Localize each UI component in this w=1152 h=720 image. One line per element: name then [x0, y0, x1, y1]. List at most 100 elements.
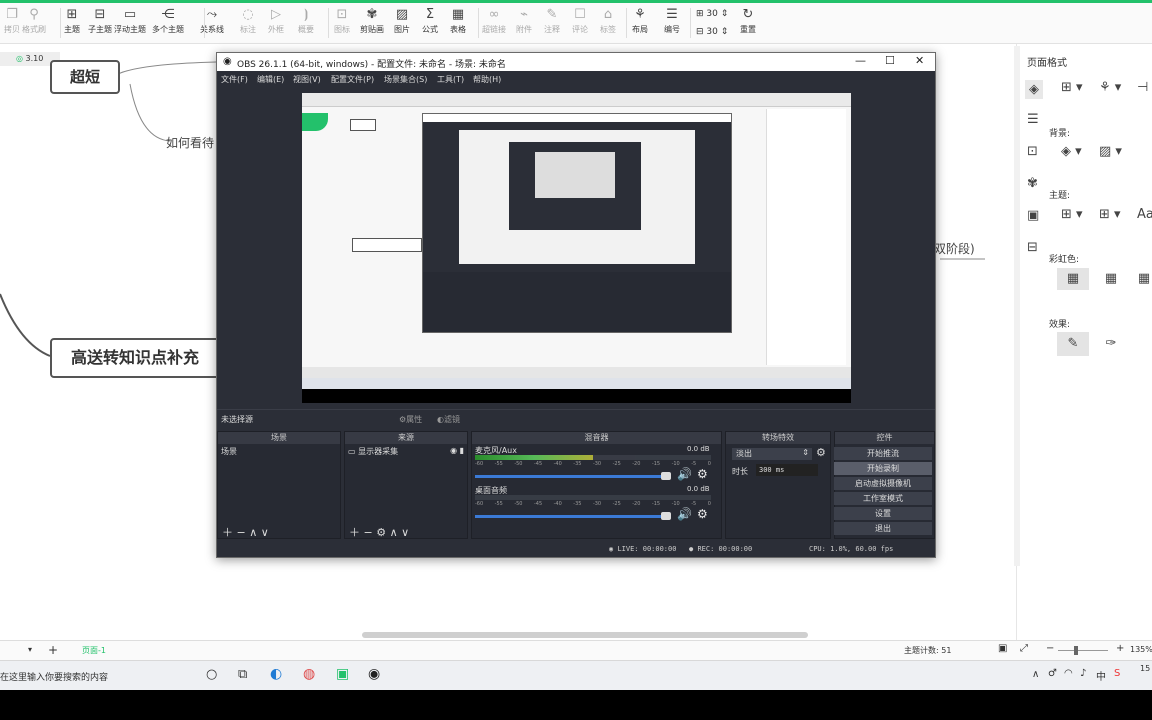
obs-menu-item[interactable]: 编辑(E): [257, 74, 284, 85]
mixer-tick: -55: [494, 501, 503, 507]
tray-chevron-icon[interactable]: ∧: [1032, 669, 1039, 680]
eye-icon[interactable]: ◉ ▮: [450, 446, 464, 455]
style-tab-icon[interactable]: ◈: [1025, 80, 1043, 99]
app-red-icon[interactable]: ◍: [303, 666, 315, 682]
task-view-icon[interactable]: ⧉: [238, 667, 247, 682]
transition-select[interactable]: 淡出 ⇕: [732, 448, 812, 460]
source-buttons[interactable]: ＋ − ⚙ ∧ ∨: [349, 524, 409, 540]
topic-node-short[interactable]: 超短: [50, 60, 120, 94]
connector-icon[interactable]: ⊣: [1137, 80, 1148, 95]
obs-menu-item[interactable]: 帮助(H): [473, 74, 501, 85]
rainbow-option-2-icon[interactable]: ▦: [1097, 268, 1125, 290]
volume-handle[interactable]: [661, 472, 671, 480]
preview-toolbar: [302, 93, 851, 107]
control-button-1[interactable]: 开始录制: [834, 462, 932, 475]
control-button-5[interactable]: 退出: [834, 522, 932, 535]
obs-menu-item[interactable]: 配置文件(P): [331, 74, 374, 85]
close-icon[interactable]: ✕: [915, 54, 924, 67]
mixer-gear-icon[interactable]: ⚙: [697, 507, 708, 521]
zoom-in-icon[interactable]: +: [1116, 643, 1124, 654]
scene-item[interactable]: 场景: [218, 444, 340, 459]
spacing-v-stepper[interactable]: ⊟ 30 ⇕: [696, 27, 744, 37]
horizontal-scrollbar[interactable]: [362, 632, 808, 638]
ime-icon[interactable]: 中: [1096, 668, 1106, 683]
filters-button[interactable]: ◐滤镜: [437, 414, 460, 425]
cortana-icon[interactable]: ○: [206, 667, 217, 682]
filters-label: 滤镜: [443, 415, 460, 424]
toolbar-relation-line-button[interactable]: ⤳ 关系线: [192, 6, 232, 35]
edge-icon[interactable]: ◐: [270, 666, 282, 682]
clock[interactable]: 15: [1140, 664, 1150, 673]
source-item[interactable]: ▭ 显示器采集 ◉ ▮: [345, 444, 467, 459]
toolbar-format-brush-button[interactable]: ⚲ 格式刷: [14, 6, 54, 35]
subtopic-text-right[interactable]: 双阶段): [934, 240, 975, 257]
theme-grid-icon[interactable]: ⊞ ▾: [1061, 207, 1083, 222]
control-button-0[interactable]: 开始推流: [834, 447, 932, 460]
mixer-gear-icon[interactable]: ⚙: [697, 467, 708, 481]
zoom-handle[interactable]: [1074, 646, 1078, 655]
volume-slider[interactable]: [475, 475, 671, 478]
mixer-tick: 0: [707, 501, 711, 507]
effect-pen-icon[interactable]: ✑: [1097, 332, 1125, 356]
duration-input[interactable]: 300 ms: [756, 464, 818, 476]
speaker-icon[interactable]: 🔊: [677, 507, 692, 521]
speaker-icon[interactable]: 🔊: [677, 467, 692, 481]
fill-color-icon[interactable]: ◈ ▾: [1061, 144, 1082, 159]
zoom-out-icon[interactable]: −: [1046, 643, 1054, 654]
toolbar-table-button[interactable]: ▦ 表格: [438, 6, 478, 35]
maximize-icon[interactable]: ☐: [885, 54, 895, 67]
fit-page-icon[interactable]: ▣: [998, 643, 1007, 654]
note-panel-icon[interactable]: ⊟: [1027, 240, 1038, 255]
task-icon[interactable]: ▣: [1027, 208, 1039, 223]
topic-node-supplement[interactable]: 高送转知识点补充: [50, 338, 220, 378]
theme-style-icon[interactable]: ⊞ ▾: [1099, 207, 1121, 222]
layout-grid-icon[interactable]: ⊞ ▾: [1061, 80, 1083, 95]
control-button-3[interactable]: 工作室模式: [834, 492, 932, 505]
taskbar-search[interactable]: 在这里输入你要搜索的内容: [0, 670, 108, 683]
toolbar-multi-topic-button[interactable]: ⋲ 多个主题: [148, 6, 188, 35]
toolbar-numbering-button[interactable]: ☰ 编号: [652, 6, 692, 35]
background-image-icon[interactable]: ▨ ▾: [1099, 144, 1122, 159]
clipart-panel-icon[interactable]: ✾: [1027, 176, 1038, 191]
obs-menu-item[interactable]: 文件(F): [221, 74, 248, 85]
vertical-scrollbar[interactable]: [1014, 46, 1020, 566]
icon-panel-icon[interactable]: ⊡: [1027, 144, 1038, 159]
rec-time: REC: 00:00:00: [697, 545, 753, 553]
zoom-slider[interactable]: [1058, 650, 1108, 651]
obs-menu-item[interactable]: 工具(T): [437, 74, 464, 85]
obs-preview[interactable]: [302, 93, 851, 403]
volume-slider[interactable]: [475, 515, 671, 518]
transition-gear-icon[interactable]: ⚙: [816, 446, 826, 459]
font-icon[interactable]: Aa: [1137, 207, 1152, 222]
sheet-dropdown-icon[interactable]: ▾: [28, 645, 32, 654]
obs-taskbar-icon[interactable]: ◉: [368, 666, 380, 682]
fullscreen-icon[interactable]: ⤢: [1020, 643, 1028, 654]
toolbar-label: 多个主题: [152, 25, 184, 34]
rainbow-option-3-icon[interactable]: ▦: [1135, 268, 1152, 290]
subtopic-text[interactable]: 如何看待: [166, 134, 214, 151]
volume-handle[interactable]: [661, 512, 671, 520]
obs-menu-item[interactable]: 视图(V): [293, 74, 321, 85]
page-tab[interactable]: 页面-1: [82, 645, 106, 656]
toolbar-floating-topic-button[interactable]: ▭ 浮动主题: [110, 6, 150, 35]
outline-icon[interactable]: ☰: [1027, 112, 1039, 127]
spacing-h-stepper[interactable]: ⊞ 30 ⇕: [696, 9, 744, 19]
properties-button[interactable]: ⚙属性: [399, 414, 422, 425]
structure-icon[interactable]: ⚘ ▾: [1099, 80, 1121, 95]
nested-deepest: [535, 152, 615, 198]
mic-icon[interactable]: ♂: [1048, 668, 1057, 679]
rainbow-option-1-icon[interactable]: ▦: [1057, 268, 1089, 290]
mixer-tick: -60: [475, 461, 484, 467]
obs-menu-item[interactable]: 场景集合(S): [384, 74, 427, 85]
toolbar-summary-button[interactable]: ⦘ 概要: [286, 6, 326, 35]
effect-hand-drawn-icon[interactable]: ✎: [1057, 332, 1089, 356]
minimize-icon[interactable]: —: [855, 54, 866, 67]
network-icon[interactable]: ◠: [1064, 668, 1073, 679]
volume-icon[interactable]: ♪: [1080, 668, 1086, 679]
scene-buttons[interactable]: ＋ − ∧ ∨: [222, 524, 269, 540]
mindmaster-icon[interactable]: ▣: [336, 666, 349, 682]
ime-s-icon[interactable]: S: [1114, 668, 1120, 679]
add-sheet-icon[interactable]: +: [48, 643, 58, 657]
control-button-4[interactable]: 设置: [834, 507, 932, 520]
control-button-2[interactable]: 启动虚拟摄像机: [834, 477, 932, 490]
